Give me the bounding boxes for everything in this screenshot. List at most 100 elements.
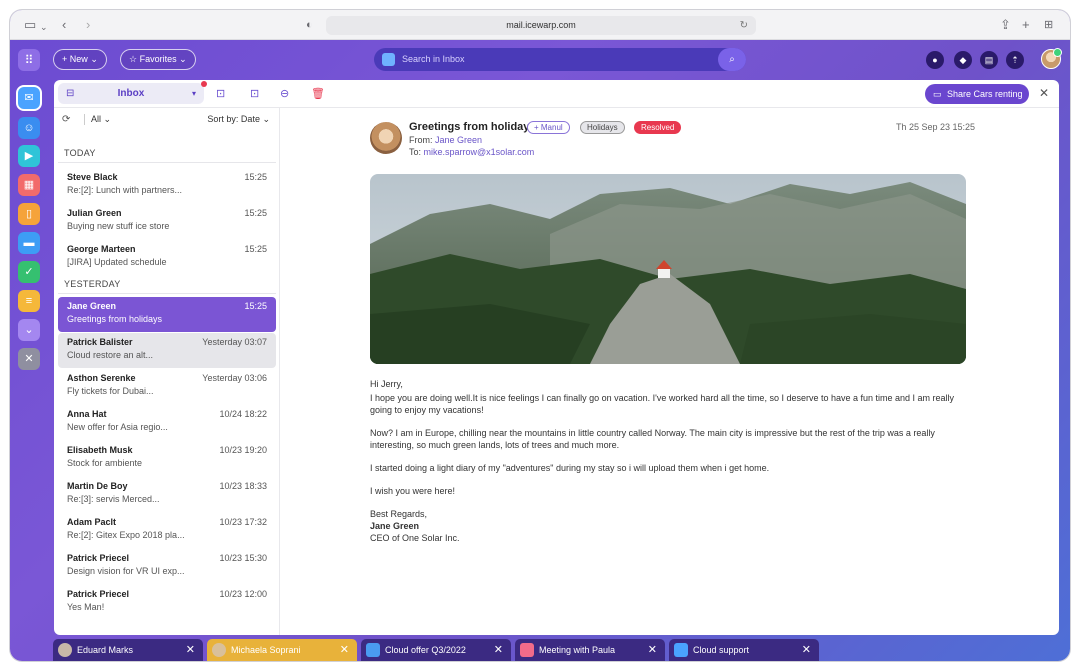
- tab-meeting[interactable]: Meeting with Paula ✕: [515, 639, 665, 661]
- subject-preview: New offer for Asia regio...: [67, 422, 168, 432]
- section-yesterday: YESTERDAY: [64, 279, 121, 289]
- close-icon[interactable]: ✕: [648, 639, 657, 661]
- apps-grid-icon[interactable]: ⠿: [18, 49, 40, 71]
- delete-icon[interactable]: 🗑: [311, 87, 325, 101]
- inbox-icon: ⊟: [66, 88, 75, 99]
- tab-mail[interactable]: Cloud support ✕: [669, 639, 819, 661]
- tasks-icon[interactable]: ✓: [18, 261, 40, 283]
- to-line: To: mike.sparrow@x1solar.com: [409, 147, 534, 157]
- sort-dropdown[interactable]: Sort by: Date ⌄: [207, 114, 270, 125]
- close-icon[interactable]: ✕: [186, 639, 195, 661]
- list-item[interactable]: George Marteen [JIRA] Updated schedule 1…: [58, 240, 276, 275]
- archive-icon[interactable]: ⊡: [250, 87, 259, 101]
- time: 15:25: [244, 244, 267, 254]
- mail-toolbar: ⊟ Inbox ▾ ⊡ ⊡ ⊖ 🗑 ▭ Share Cars renting ✕: [54, 80, 1059, 108]
- filter-dropdown[interactable]: All ⌄: [84, 114, 111, 125]
- tab-label: Meeting with Paula: [539, 645, 616, 655]
- close-icon[interactable]: ✕: [1039, 86, 1049, 100]
- closing: Best Regards,: [370, 509, 428, 519]
- teamchat-icon[interactable]: ⌄: [18, 319, 40, 341]
- chevron-down-icon[interactable]: ⌄: [40, 19, 48, 35]
- url-text: mail.icewarp.com: [506, 20, 576, 30]
- tab-chat-michaela[interactable]: Michaela Soprani ✕: [207, 639, 357, 661]
- share-button-label: Share Cars renting: [947, 89, 1023, 99]
- list-item[interactable]: Patrick Priecel Yes Man! 10/23 12:00: [58, 585, 276, 620]
- message-body: Hi Jerry, I hope you are doing well.It i…: [370, 378, 960, 544]
- list-item[interactable]: Asthon Serenke Fly tickets for Dubai... …: [58, 369, 276, 404]
- video-icon[interactable]: ▶: [18, 145, 40, 167]
- time: 10/24 18:22: [219, 409, 267, 419]
- from-line: From: Jane Green: [409, 135, 482, 145]
- documents-icon[interactable]: ▯: [18, 203, 40, 225]
- list-item[interactable]: Julian Green Buying new stuff ice store …: [58, 204, 276, 239]
- message-subject: Greetings from holidays: [409, 121, 536, 133]
- sidebar-toggle-icon[interactable]: ▭: [24, 17, 36, 33]
- time: 10/23 15:30: [219, 553, 267, 563]
- mail-app-icon: [382, 53, 395, 66]
- list-item[interactable]: Patrick Priecel Design vision for VR UI …: [58, 549, 276, 584]
- upload-icon[interactable]: ⇡: [1006, 51, 1024, 69]
- tab-chat-eduard[interactable]: Eduard Marks ✕: [53, 639, 203, 661]
- list-item[interactable]: Anna Hat New offer for Asia regio... 10/…: [58, 405, 276, 440]
- recipient-link[interactable]: mike.sparrow@x1solar.com: [424, 147, 535, 157]
- close-icon[interactable]: ✕: [802, 639, 811, 661]
- calendar-app-icon[interactable]: ▦: [18, 174, 40, 196]
- from-label: From:: [409, 135, 433, 145]
- to-label: To:: [409, 147, 422, 157]
- user-avatar[interactable]: [1041, 48, 1062, 69]
- back-icon[interactable]: ‹: [62, 17, 66, 33]
- contacts-icon[interactable]: ☺: [18, 117, 40, 139]
- sender-link[interactable]: Jane Green: [435, 135, 482, 145]
- tools-icon[interactable]: ✕: [18, 348, 40, 370]
- privacy-shield-icon[interactable]: ◐: [306, 17, 313, 33]
- subject-preview: Re:[2]: Gitex Expo 2018 pla...: [67, 530, 185, 540]
- share-icon[interactable]: ⇪: [1000, 17, 1011, 33]
- tag-resolved[interactable]: Resolved: [634, 121, 682, 134]
- more-options-icon[interactable]: ⊖: [280, 87, 289, 101]
- new-tab-icon[interactable]: +: [1022, 17, 1030, 33]
- search-input[interactable]: Search in Inbox ⌕: [374, 48, 746, 71]
- address-bar[interactable]: mail.icewarp.com ↻: [326, 16, 756, 35]
- time: 15:25: [244, 208, 267, 218]
- calendar-icon[interactable]: ▤: [980, 51, 998, 69]
- app-topbar: ⠿ + New ⌄ ☆ Favorites ⌄ Search in Inbox …: [10, 40, 1070, 80]
- favorites-button[interactable]: ☆ Favorites ⌄: [120, 49, 196, 70]
- message-list: ⟳ All ⌄ Sort by: Date ⌄ TODAY Steve Blac…: [54, 108, 280, 635]
- folder-selector[interactable]: ⊟ Inbox ▾: [58, 81, 207, 104]
- chat-icon[interactable]: ●: [926, 51, 944, 69]
- search-placeholder: Search in Inbox: [402, 54, 465, 64]
- subject-preview: [JIRA] Updated schedule: [67, 257, 167, 267]
- chevron-down-icon: ⌄: [179, 54, 187, 64]
- subject-preview: Fly tickets for Dubai...: [67, 386, 154, 396]
- divider: [58, 293, 276, 294]
- close-icon[interactable]: ✕: [340, 639, 349, 661]
- forward-icon[interactable]: ›: [86, 17, 90, 33]
- files-icon[interactable]: ▬: [18, 232, 40, 254]
- mail-icon[interactable]: ✉: [18, 87, 40, 109]
- refresh-icon[interactable]: ⟳: [62, 114, 70, 125]
- move-to-folder-icon[interactable]: ⊡: [216, 87, 225, 101]
- close-icon[interactable]: ✕: [494, 639, 503, 661]
- tab-overview-icon[interactable]: ⊞: [1044, 17, 1053, 33]
- add-tag-button[interactable]: + Manul: [527, 121, 570, 134]
- list-item[interactable]: Adam Paclt Re:[2]: Gitex Expo 2018 pla..…: [58, 513, 276, 548]
- list-item[interactable]: Elisabeth Musk Stock for ambiente 10/23 …: [58, 441, 276, 476]
- body-greeting: Hi Jerry,: [370, 379, 403, 389]
- list-item[interactable]: Patrick Balister Cloud restore an alt...…: [58, 333, 276, 368]
- tag-holidays[interactable]: Holidays: [580, 121, 625, 134]
- sender-name: Julian Green: [67, 208, 122, 218]
- star-icon: ☆: [129, 54, 138, 64]
- list-item[interactable]: Martin De Boy Re:[3]: servis Merced... 1…: [58, 477, 276, 512]
- messages-icon[interactable]: ◆: [954, 51, 972, 69]
- divider: [58, 162, 276, 163]
- list-item-selected[interactable]: Jane Green Greetings from holidays 15:25: [58, 297, 276, 332]
- new-button[interactable]: + New ⌄: [53, 49, 107, 70]
- list-item[interactable]: Steve Black Re:[2]: Lunch with partners.…: [58, 168, 276, 203]
- search-icon[interactable]: ⌕: [718, 48, 746, 71]
- reload-icon[interactable]: ↻: [740, 16, 748, 35]
- tab-document[interactable]: Cloud offer Q3/2022 ✕: [361, 639, 511, 661]
- folder-name: Inbox: [117, 88, 145, 99]
- document-icon: [366, 643, 380, 657]
- share-button[interactable]: ▭ Share Cars renting: [925, 84, 1029, 104]
- notes-icon[interactable]: ≡: [18, 290, 40, 312]
